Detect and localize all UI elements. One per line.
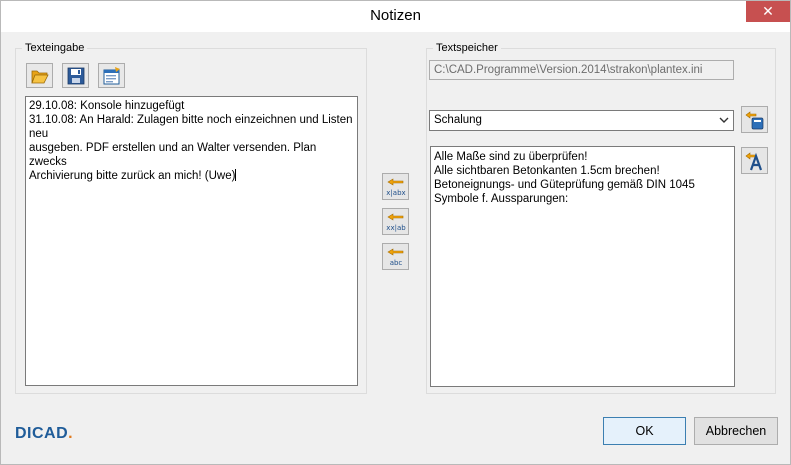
ok-button[interactable]: OK	[603, 417, 686, 445]
note-line: Archivierung bitte zurück an mich! (Uwe)	[29, 170, 236, 182]
edit-categories-icon	[745, 111, 764, 130]
transfer-caption: abc	[390, 259, 403, 267]
insert-text-append-icon: xx|ab	[386, 213, 406, 232]
insert-at-cursor-button[interactable]: x|abx	[382, 173, 409, 200]
folder-open-icon	[31, 70, 49, 84]
export-document-icon	[103, 67, 120, 85]
note-text-input[interactable]: 29.10.08: Konsole hinzugefügt 31.10.08: …	[25, 96, 358, 386]
logo-text: DICAD	[15, 425, 69, 442]
transfer-caption: xx|ab	[386, 224, 406, 232]
texteingabe-legend: Texteingabe	[22, 41, 88, 55]
cancel-button[interactable]: Abbrechen	[694, 417, 778, 445]
transfer-caption: x|abx	[386, 189, 405, 197]
stored-text-list[interactable]: Alle Maße sind zu überprüfen! Alle sicht…	[430, 146, 735, 387]
stored-line[interactable]: Alle sichtbaren Betonkanten 1.5cm breche…	[434, 165, 660, 177]
category-select-value: Schalung	[434, 114, 482, 126]
font-settings-button[interactable]	[741, 147, 768, 174]
title-bar: Notizen ✕	[1, 1, 790, 32]
replace-text-button[interactable]: abc	[382, 243, 409, 270]
stored-line[interactable]: Betoneignungs- und Güteprüfung gemäß DIN…	[434, 179, 695, 191]
logo-dot-icon: .	[68, 425, 74, 442]
note-line: 31.10.08: An Harald: Zulagen bitte noch …	[29, 114, 356, 140]
category-select[interactable]: Schalung	[429, 110, 734, 131]
dicad-logo: DICAD.	[15, 425, 73, 443]
stored-line[interactable]: Alle Maße sind zu überprüfen!	[434, 151, 587, 163]
close-button[interactable]: ✕	[746, 1, 790, 22]
note-line: ausgeben. PDF erstellen und an Walter ve…	[29, 142, 320, 168]
window-title: Notizen	[370, 7, 421, 24]
font-settings-icon	[745, 152, 763, 171]
file-path-field: C:\CAD.Programme\Version.2014\strakon\pl…	[429, 60, 734, 80]
notizen-dialog: Notizen ✕ Texteingabe 29.10.08: Konsole …	[0, 0, 791, 465]
floppy-disk-icon	[67, 67, 85, 85]
export-document-button[interactable]	[98, 63, 125, 88]
open-file-button[interactable]	[26, 63, 53, 88]
edit-categories-button[interactable]	[741, 106, 768, 133]
append-text-button[interactable]: xx|ab	[382, 208, 409, 235]
insert-text-at-cursor-icon: x|abx	[386, 178, 406, 197]
save-file-button[interactable]	[62, 63, 89, 88]
insert-text-replace-icon: abc	[387, 248, 404, 267]
textspeicher-legend: Textspeicher	[433, 41, 501, 55]
chevron-down-icon	[719, 117, 729, 123]
text-caret	[235, 169, 237, 181]
stored-line[interactable]: Symbole f. Aussparungen:	[434, 193, 568, 205]
note-line: 29.10.08: Konsole hinzugefügt	[29, 100, 185, 112]
